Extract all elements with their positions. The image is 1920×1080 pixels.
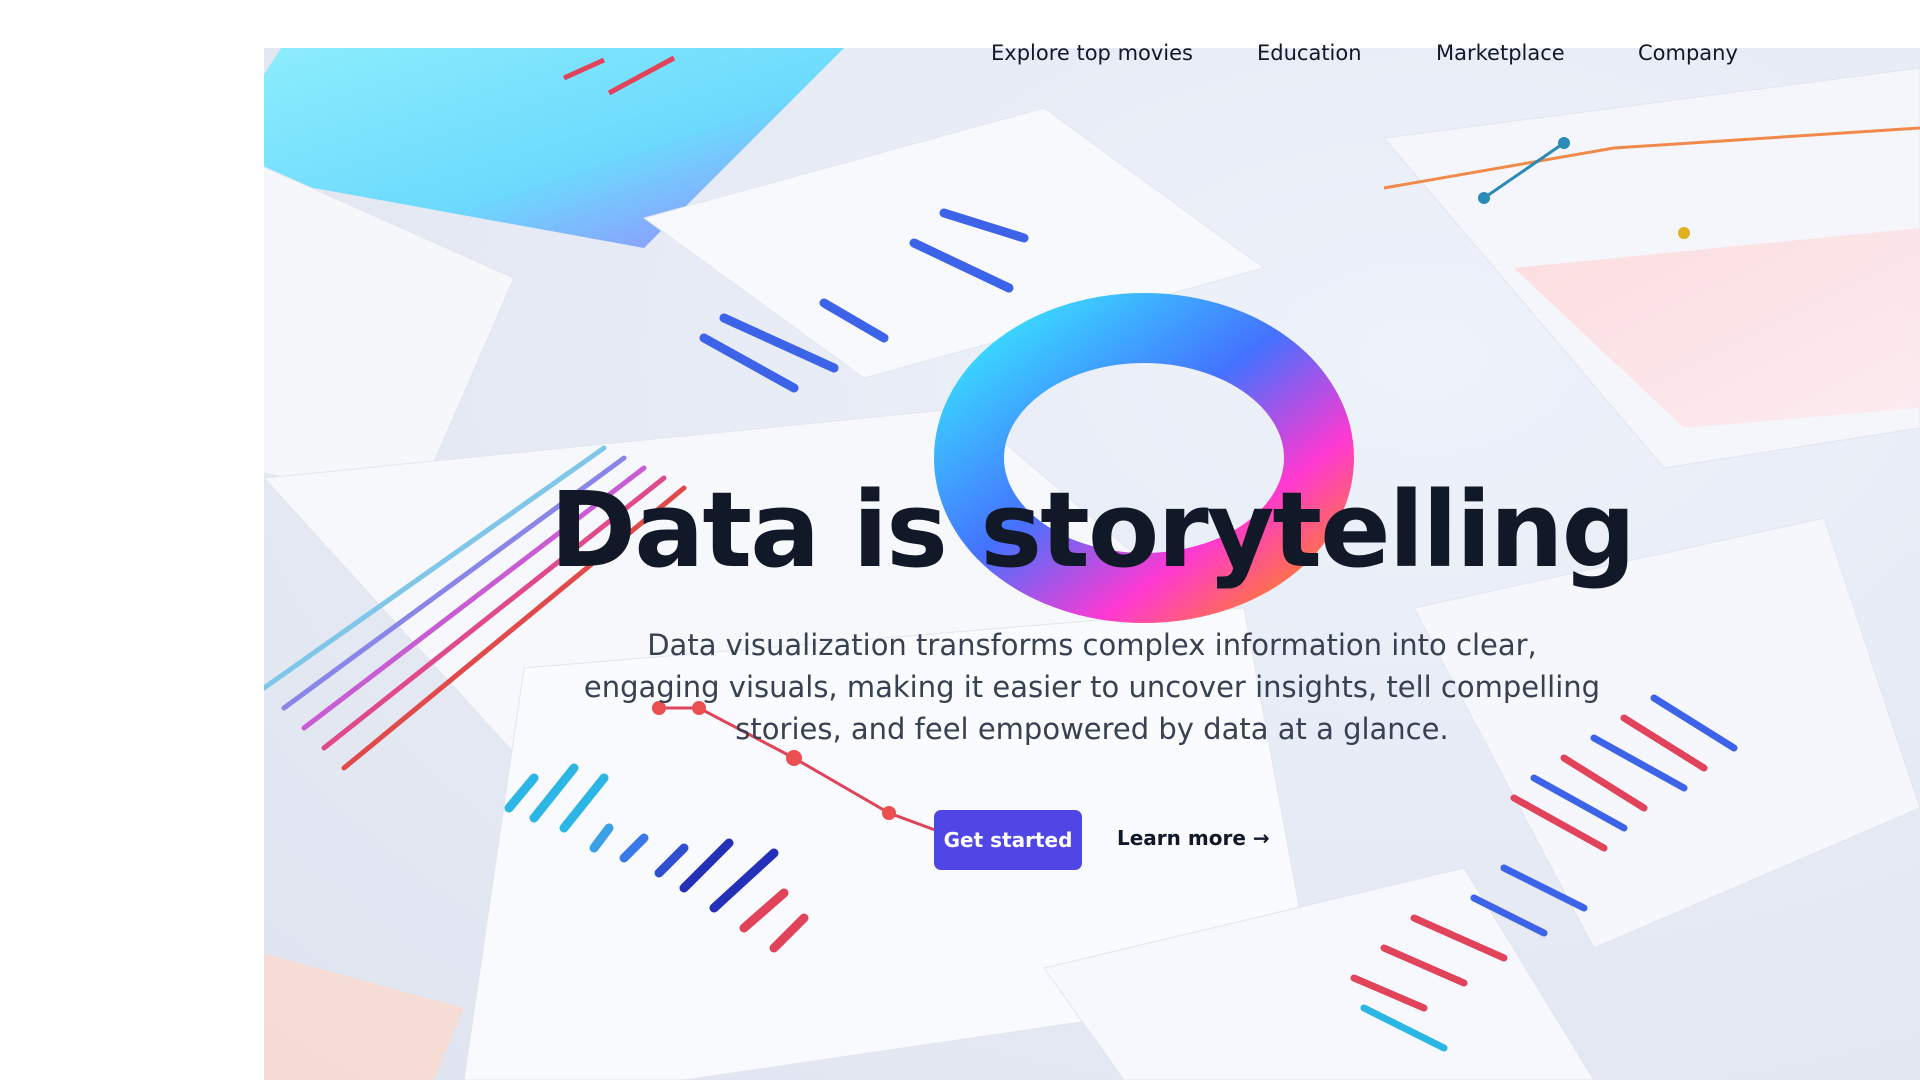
hero-description: Data visualization transforms complex in… (583, 628, 1601, 746)
nav-item-explore-top-movies[interactable]: Explore top movies (991, 40, 1193, 66)
nav-item-education[interactable]: Education (1257, 40, 1362, 66)
get-started-button[interactable]: Get started (934, 810, 1082, 870)
nav-item-company[interactable]: Company (1638, 40, 1738, 66)
learn-more-link[interactable]: Learn more → (1117, 826, 1270, 850)
top-navigation: Explore top movies Education Marketplace… (0, 40, 1920, 66)
hero-title: Data is storytelling (549, 469, 1636, 591)
nav-item-marketplace[interactable]: Marketplace (1436, 40, 1565, 66)
